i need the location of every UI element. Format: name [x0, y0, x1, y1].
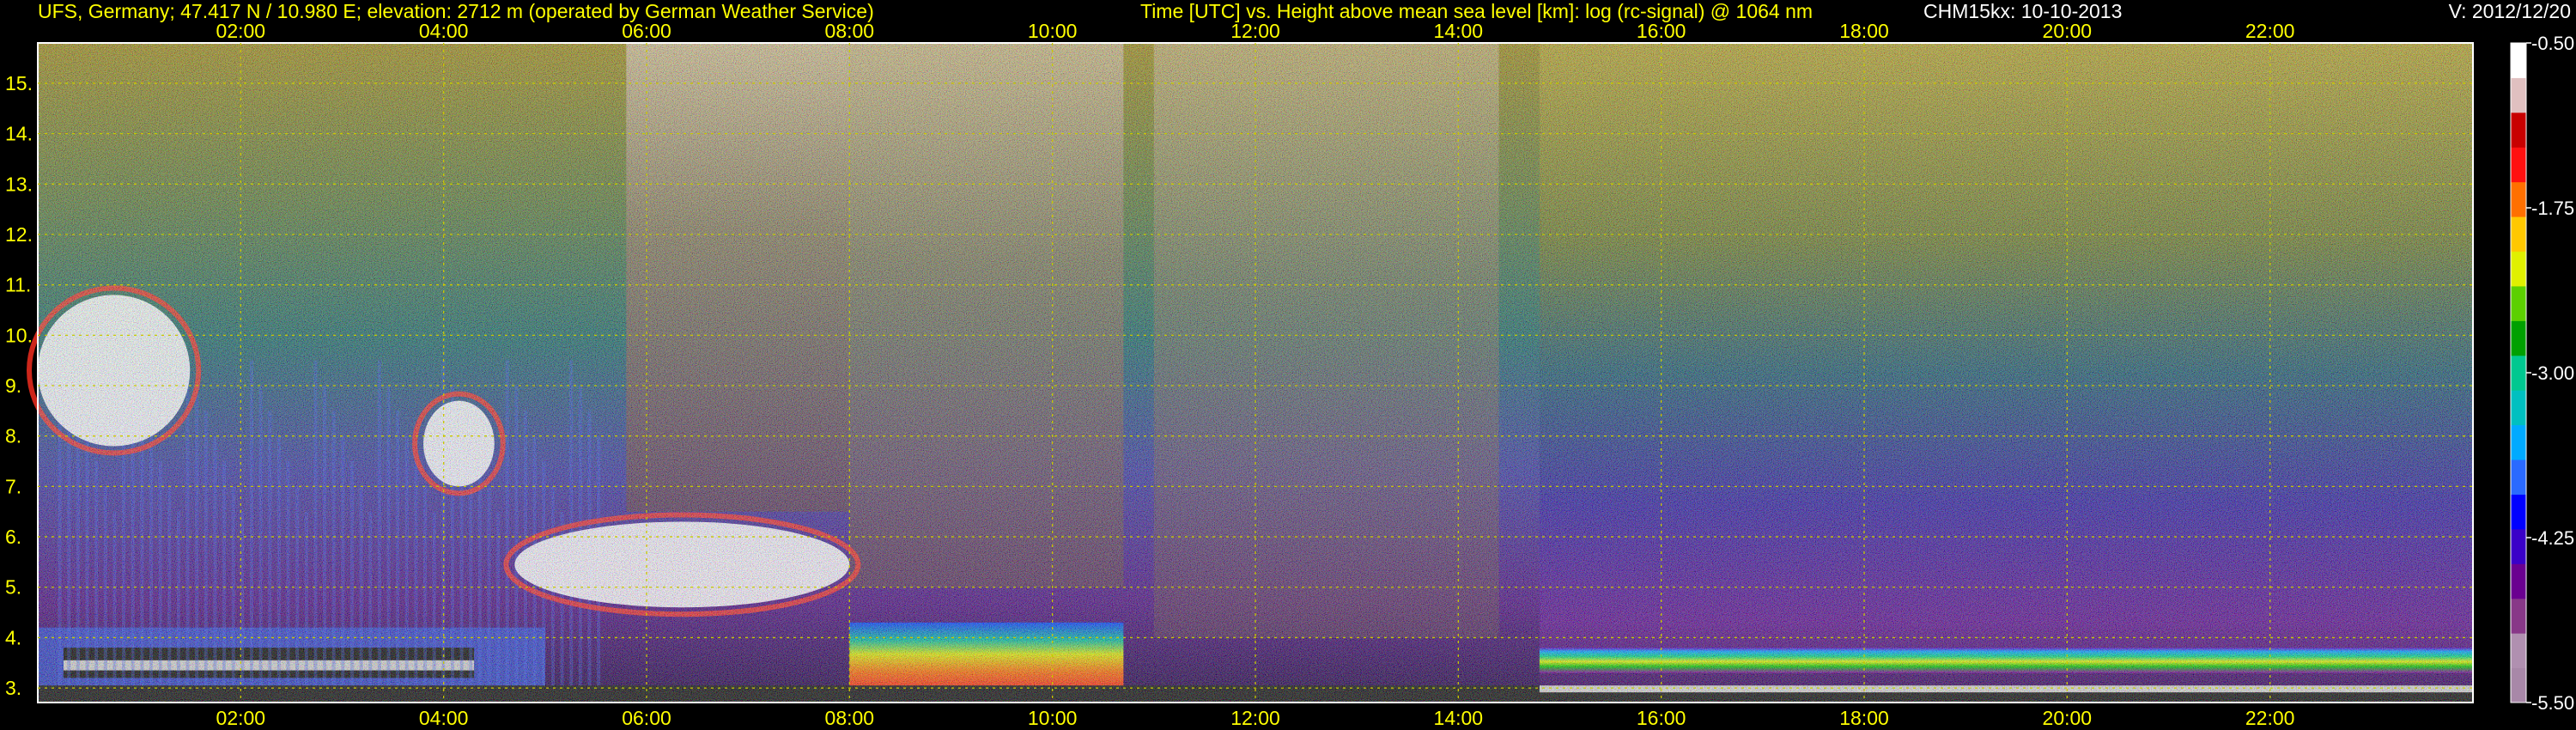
colorbar: -0.50 -1.75 -3.00 -4.25 -5.50: [2510, 33, 2574, 714]
colorbar-segment: [2511, 355, 2526, 391]
x-tick-label-bottom: 12:00: [1230, 707, 1280, 729]
y-tick-label: 6.: [5, 526, 21, 548]
colorbar-tick-label: -4.25: [2531, 527, 2574, 549]
colorbar-segment: [2511, 112, 2526, 148]
y-tick-label: 12.: [5, 223, 33, 246]
y-tick-label: 7.: [5, 475, 21, 497]
y-tick-label: 8.: [5, 425, 21, 447]
x-tick-label-bottom: 04:00: [419, 707, 469, 729]
x-tick-label-top: 12:00: [1230, 20, 1280, 42]
y-tick-label: 13.: [5, 173, 33, 195]
x-tick-label-top: 02:00: [216, 20, 266, 42]
colorbar-segment: [2511, 251, 2526, 287]
x-tick-label-bottom: 08:00: [825, 707, 875, 729]
x-tick-label-bottom: 10:00: [1028, 707, 1078, 729]
y-tick-label: 15.: [5, 72, 33, 94]
colorbar-segment: [2511, 216, 2526, 252]
heatmap-field: [27, 43, 2473, 703]
colorbar-segment: [2511, 320, 2526, 356]
x-tick-label-bottom: 14:00: [1434, 707, 1484, 729]
colorbar-segment: [2511, 459, 2526, 495]
colorbar-tick-label: -5.50: [2531, 692, 2574, 714]
colorbar-segment: [2511, 528, 2526, 564]
x-tick-label-top: 20:00: [2043, 20, 2093, 42]
colorbar-segment: [2511, 598, 2526, 634]
colorbar-segment: [2511, 43, 2526, 78]
x-tick-label-bottom: 20:00: [2043, 707, 2093, 729]
colorbar-segment: [2511, 667, 2526, 703]
x-tick-label-top: 16:00: [1637, 20, 1686, 42]
colorbar-segment: [2511, 77, 2526, 113]
y-tick-label: 3.: [5, 677, 21, 699]
colorbar-segment: [2511, 494, 2526, 530]
colorbar-segment: [2511, 147, 2526, 183]
colorbar-segment: [2511, 633, 2526, 669]
x-tick-label-bottom: 22:00: [2245, 707, 2295, 729]
colorbar-segment: [2511, 424, 2526, 460]
y-tick-label: 14.: [5, 123, 33, 145]
x-tick-label-top: 14:00: [1434, 20, 1484, 42]
x-tick-label-top: 08:00: [825, 20, 875, 42]
colorbar-tick-label: -3.00: [2531, 362, 2574, 384]
colorbar-tick-label: -0.50: [2531, 33, 2574, 54]
colorbar-segment: [2511, 181, 2526, 217]
x-tick-label-bottom: 18:00: [1839, 707, 1889, 729]
y-tick-label: 4.: [5, 626, 21, 648]
colorbar-segment: [2511, 563, 2526, 599]
x-tick-label-bottom: 16:00: [1637, 707, 1686, 729]
x-tick-label-top: 04:00: [419, 20, 469, 42]
x-tick-label-bottom: 06:00: [622, 707, 671, 729]
lidar-quicklook: UFS, Germany; 47.417 N / 10.980 E; eleva…: [0, 0, 2576, 730]
y-tick-label: 10.: [5, 324, 33, 346]
x-tick-label-top: 06:00: [622, 20, 671, 42]
y-tick-label: 5.: [5, 576, 21, 599]
x-tick-label-top: 22:00: [2245, 20, 2295, 42]
x-tick-label-top: 10:00: [1028, 20, 1078, 42]
colorbar-segment: [2511, 390, 2526, 426]
colorbar-segment: [2511, 285, 2526, 321]
x-tick-label-top: 18:00: [1839, 20, 1889, 42]
colorbar-tick-label: -1.75: [2531, 198, 2574, 219]
x-tick-label-bottom: 02:00: [216, 707, 266, 729]
y-tick-label: 9.: [5, 374, 21, 397]
y-tick-label: 11.: [5, 274, 31, 296]
heatmap-chart: 02:00 02:00 04:00 04:00 06:00 06:00 08:00 08:00…: [5, 20, 2574, 729]
